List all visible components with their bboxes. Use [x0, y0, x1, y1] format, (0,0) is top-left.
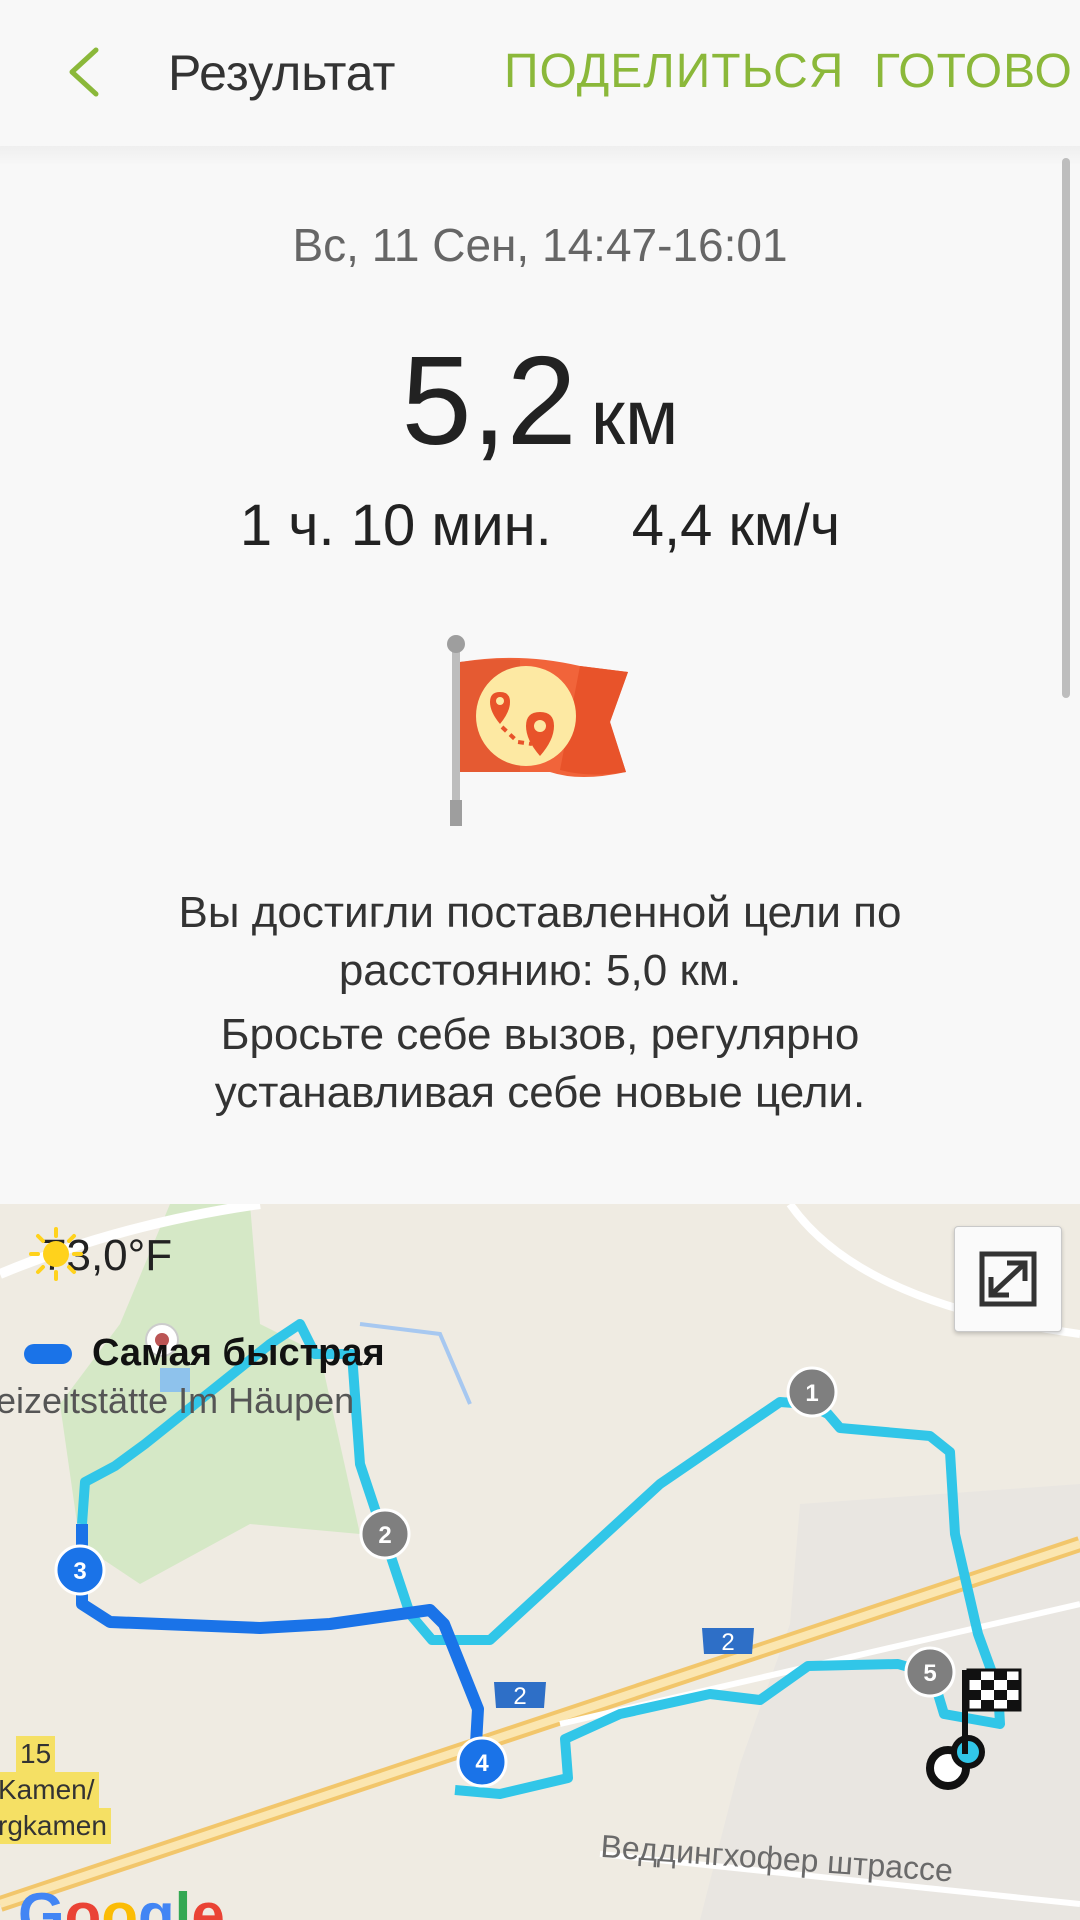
- goal-message: Вы достигли поставленной цели по расстоя…: [0, 884, 1080, 1122]
- svg-text:2: 2: [513, 1683, 526, 1710]
- distance-display: 5,2 км: [0, 328, 1080, 473]
- page-title: Результат: [168, 45, 396, 101]
- svg-text:2: 2: [721, 1629, 734, 1656]
- highway-marker: 2: [494, 1682, 546, 1710]
- route-marker-1[interactable]: 1: [786, 1366, 838, 1418]
- top-app-bar: Результат ПОДЕЛИТЬСЯ ГОТОВО: [0, 0, 1080, 148]
- svg-text:2: 2: [378, 1522, 391, 1549]
- place-label: rgkamen: [0, 1808, 111, 1844]
- route-marker-4[interactable]: 4: [456, 1736, 508, 1788]
- weather-info: 73,0°F: [28, 1226, 172, 1286]
- route-marker-2[interactable]: 2: [359, 1508, 411, 1560]
- svg-text:4: 4: [475, 1750, 489, 1777]
- highway-marker: 2: [702, 1628, 754, 1656]
- header-divider: [0, 146, 1080, 166]
- expand-icon: [979, 1251, 1037, 1307]
- goal-line-3: Бросьте себе вызов, регулярно: [220, 1010, 860, 1059]
- workout-date: Вс, 11 Сен, 14:47-16:01: [292, 219, 788, 271]
- goal-line-4: устанавливая себе новые цели.: [214, 1068, 866, 1117]
- duration-value: 1 ч. 10 мин.: [239, 493, 552, 558]
- speed-value: 4,4 км/ч: [631, 493, 841, 558]
- svg-text:5: 5: [923, 1660, 936, 1687]
- place-name: eizeitstätte Im Häupen: [0, 1380, 355, 1421]
- map-canvas: 2 2 1 2 3 4 5: [0, 1204, 1080, 1920]
- svg-text:3: 3: [73, 1558, 86, 1585]
- sun-icon: [29, 1227, 83, 1281]
- goal-line-1: Вы достигли поставленной цели по: [178, 888, 902, 937]
- expand-map-button[interactable]: [954, 1226, 1062, 1332]
- route-map[interactable]: 2 2 1 2 3 4 5 73,0°F Самая быстрая eizei…: [0, 1204, 1080, 1920]
- workout-stats: 1 ч. 10 мин. 4,4 км/ч: [0, 492, 1080, 559]
- goal-line-2: расстоянию: 5,0 км.: [338, 946, 742, 995]
- distance-value: 5,2: [401, 330, 577, 471]
- goal-flag-icon: [447, 635, 628, 826]
- route-marker-3[interactable]: 3: [54, 1544, 106, 1596]
- route-marker-5[interactable]: 5: [904, 1646, 956, 1698]
- road-number-label: 15: [16, 1736, 56, 1772]
- route-legend: Самая быстрая: [24, 1332, 385, 1375]
- back-arrow-icon[interactable]: [58, 42, 118, 102]
- google-logo: Google: [18, 1881, 225, 1920]
- route-color-swatch: [24, 1343, 72, 1364]
- place-label: Kamen/: [0, 1772, 99, 1808]
- route-label: Самая быстрая: [92, 1332, 385, 1374]
- svg-text:1: 1: [805, 1380, 818, 1407]
- done-button[interactable]: ГОТОВО: [874, 44, 1073, 99]
- share-button[interactable]: ПОДЕЛИТЬСЯ: [504, 44, 844, 99]
- distance-unit: км: [590, 373, 679, 461]
